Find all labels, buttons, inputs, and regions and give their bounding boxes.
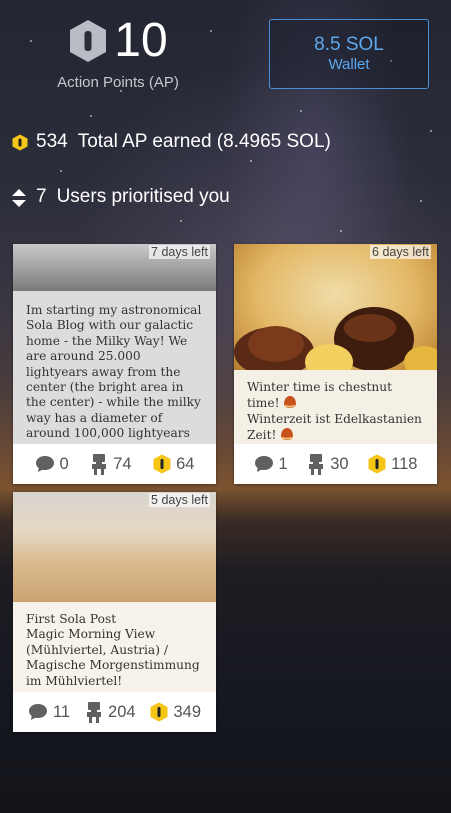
- post-text: First Sola Post Magic Morning View (Mühl…: [13, 602, 216, 692]
- days-left: 5 days left: [149, 493, 210, 507]
- post-text-line1: Winter time is chestnut time!: [247, 380, 392, 411]
- ap-count: 118: [368, 454, 417, 474]
- wallet-label: Wallet: [328, 56, 370, 73]
- total-ap-stat: 534 Total AP earned (8.4965 SOL): [12, 131, 331, 153]
- post-image: 5 days left: [13, 492, 216, 602]
- ap-count-value: 118: [391, 454, 418, 473]
- view-count: 30: [307, 453, 349, 475]
- hexagon-ap-icon: [368, 454, 386, 474]
- view-count-value: 204: [108, 702, 136, 721]
- post-stats: 0 74 64: [13, 444, 216, 484]
- post-text: Im starting my astronomical Sola Blog wi…: [13, 291, 216, 444]
- chestnut-icon: [281, 428, 294, 441]
- post-card[interactable]: 7 days left Im starting my astronomical …: [13, 244, 216, 484]
- comment-bubble-icon: [28, 704, 47, 720]
- comment-bubble-icon: [254, 456, 273, 472]
- ap-count: 349: [150, 702, 201, 722]
- comment-count[interactable]: 1: [254, 455, 288, 474]
- ap-count-value: 64: [176, 454, 195, 473]
- wallet-button[interactable]: 8.5 SOL Wallet: [269, 19, 429, 89]
- person-view-icon: [87, 702, 102, 723]
- post-card[interactable]: 6 days left Winter time is chestnut time…: [234, 244, 437, 484]
- comment-bubble-icon: [35, 456, 54, 472]
- hexagon-ap-icon: [153, 454, 171, 474]
- post-stats: 11 204 349: [13, 692, 216, 732]
- users-prioritised-stat: 7 Users prioritised you: [12, 186, 230, 208]
- hexagon-ap-icon: [12, 134, 28, 151]
- hexagon-ap-icon: [150, 702, 168, 722]
- view-count-value: 30: [330, 454, 349, 473]
- post-text-line2: Winterzeit ist Edelkastanien Zeit!: [247, 411, 422, 443]
- view-count: 204: [85, 701, 136, 723]
- chestnut-photo: [234, 307, 437, 370]
- total-ap-text: Total AP earned (8.4965 SOL): [77, 131, 331, 152]
- action-points-label: Action Points (AP): [57, 74, 179, 91]
- ap-count: 64: [153, 454, 194, 474]
- users-text: Users prioritised you: [56, 186, 230, 207]
- sort-arrows-icon: [12, 189, 28, 207]
- post-card[interactable]: 5 days left First Sola Post Magic Mornin…: [13, 492, 216, 732]
- view-count: 74: [90, 453, 132, 475]
- days-left: 7 days left: [149, 245, 210, 259]
- post-image: 6 days left: [234, 244, 437, 370]
- post-text: Winter time is chestnut time! Winterzeit…: [234, 370, 437, 444]
- person-view-icon: [92, 454, 107, 475]
- comment-count[interactable]: 0: [35, 455, 69, 474]
- action-points-panel: 10 Action Points (AP): [48, 12, 188, 92]
- person-view-icon: [309, 454, 324, 475]
- comment-count[interactable]: 11: [28, 703, 70, 722]
- post-stats: 1 30 118: [234, 444, 437, 484]
- post-image: 7 days left: [13, 244, 216, 291]
- ap-count-value: 349: [173, 702, 202, 721]
- users-count: 7: [36, 186, 47, 207]
- comment-count-value: 0: [59, 454, 69, 473]
- action-points-value: 10: [114, 14, 168, 67]
- total-ap-count: 534: [36, 131, 68, 152]
- chestnut-icon: [284, 396, 297, 409]
- wallet-amount: 8.5 SOL: [314, 34, 384, 55]
- comment-count-value: 11: [52, 702, 71, 721]
- comment-count-value: 1: [278, 454, 288, 473]
- hexagon-ap-icon: [70, 20, 107, 62]
- days-left: 6 days left: [370, 245, 431, 259]
- view-count-value: 74: [113, 454, 132, 473]
